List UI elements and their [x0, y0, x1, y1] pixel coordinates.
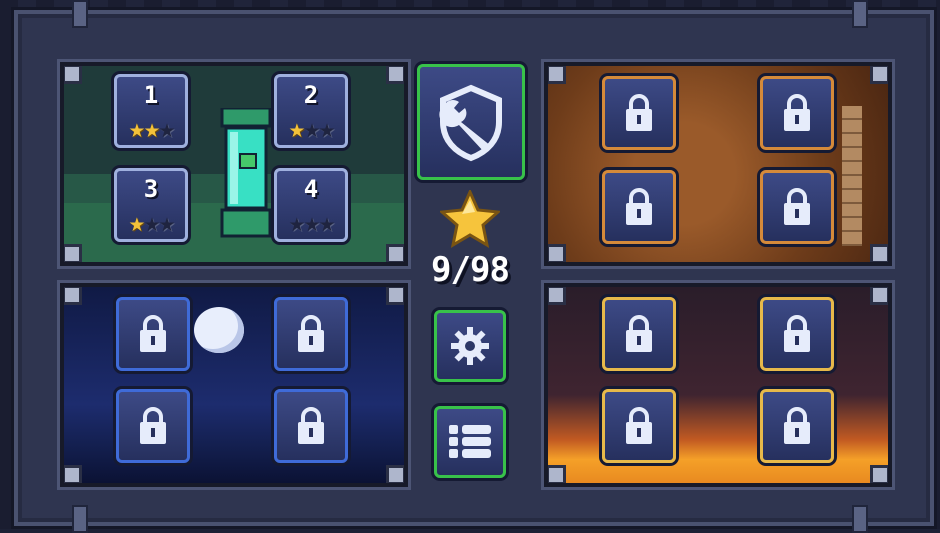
level-list-button[interactable] [434, 406, 506, 478]
level-stars: ★★★ [277, 215, 345, 235]
hourglass-chain [842, 106, 862, 246]
shield-wrench-icon [439, 84, 502, 162]
moon [194, 307, 244, 353]
panel-corner [548, 66, 566, 84]
level-tile-1[interactable]: 1 ★★★ [114, 74, 188, 148]
lock-icon [623, 407, 655, 445]
panel-corner [64, 244, 82, 262]
panel-corner [870, 244, 888, 262]
panel-corner [64, 465, 82, 483]
lock-icon [137, 315, 169, 353]
lock-icon [781, 315, 813, 353]
lock-icon [781, 188, 813, 226]
level-tile-locked[interactable] [274, 297, 348, 371]
settings-button[interactable] [434, 310, 506, 382]
star-empty-icon: ★ [318, 120, 336, 142]
star-empty-icon: ★ [158, 120, 176, 142]
frame-post [852, 0, 868, 28]
level-tile-4[interactable]: 4 ★★★ [274, 168, 348, 242]
world-panel-cave[interactable] [544, 62, 892, 266]
panel-corner [870, 66, 888, 84]
lock-icon [623, 315, 655, 353]
lock-icon [295, 407, 327, 445]
level-number: 4 [303, 175, 319, 203]
panel-corner [386, 66, 404, 84]
lock-icon [781, 94, 813, 132]
star-empty-icon: ★ [303, 214, 320, 236]
star-icon [438, 188, 502, 248]
lock-icon [137, 407, 169, 445]
list-icon [449, 425, 491, 458]
lock-icon [623, 188, 655, 226]
level-stars: ★★★ [277, 121, 345, 141]
star-empty-icon: ★ [158, 214, 176, 236]
panel-corner [386, 287, 404, 305]
panel-corner [548, 244, 566, 262]
level-number: 2 [303, 81, 319, 109]
level-tile-locked[interactable] [274, 389, 348, 463]
level-tile-locked[interactable] [760, 76, 834, 150]
star-icon: ★ [128, 214, 145, 236]
panel-corner [548, 287, 566, 305]
panel-corner [870, 287, 888, 305]
lock-icon [623, 94, 655, 132]
level-number: 3 [143, 175, 159, 203]
level-tile-locked[interactable] [602, 389, 676, 463]
level-tile-locked[interactable] [760, 389, 834, 463]
lock-icon [295, 315, 327, 353]
world-panel-lab[interactable]: 1 ★★★ 2 ★★★ 3 ★★★ 4 ★★★ [60, 62, 408, 266]
star-icon: ★ [288, 120, 305, 142]
panel-corner [870, 465, 888, 483]
frame-post [72, 0, 88, 28]
star-empty-icon: ★ [288, 214, 305, 236]
level-tile-locked[interactable] [602, 297, 676, 371]
star-empty-icon: ★ [303, 120, 320, 142]
world-panel-lava[interactable] [544, 283, 892, 487]
star-empty-icon: ★ [318, 214, 336, 236]
level-stars: ★★★ [117, 121, 185, 141]
level-tile-locked[interactable] [760, 170, 834, 244]
level-number: 1 [143, 81, 159, 109]
level-tile-locked[interactable] [602, 76, 676, 150]
panel-corner [64, 66, 82, 84]
level-tile-3[interactable]: 3 ★★★ [114, 168, 188, 242]
level-tile-locked[interactable] [602, 170, 676, 244]
star-icon: ★ [128, 120, 145, 142]
gear-icon [451, 327, 489, 365]
panel-corner [64, 287, 82, 305]
level-tile-locked[interactable] [116, 389, 190, 463]
star-total-count: 9/98 [431, 250, 510, 290]
specimen-capsule [216, 106, 276, 238]
panel-corner [386, 465, 404, 483]
level-stars: ★★★ [117, 215, 185, 235]
panel-corner [548, 465, 566, 483]
star-icon: ★ [143, 120, 160, 142]
star-empty-icon: ★ [143, 214, 160, 236]
panel-corner [386, 244, 404, 262]
level-tile-2[interactable]: 2 ★★★ [274, 74, 348, 148]
level-tile-locked[interactable] [116, 297, 190, 371]
world-panel-night[interactable] [60, 283, 408, 487]
upgrade-button[interactable] [417, 64, 525, 180]
level-tile-locked[interactable] [760, 297, 834, 371]
lock-icon [781, 407, 813, 445]
